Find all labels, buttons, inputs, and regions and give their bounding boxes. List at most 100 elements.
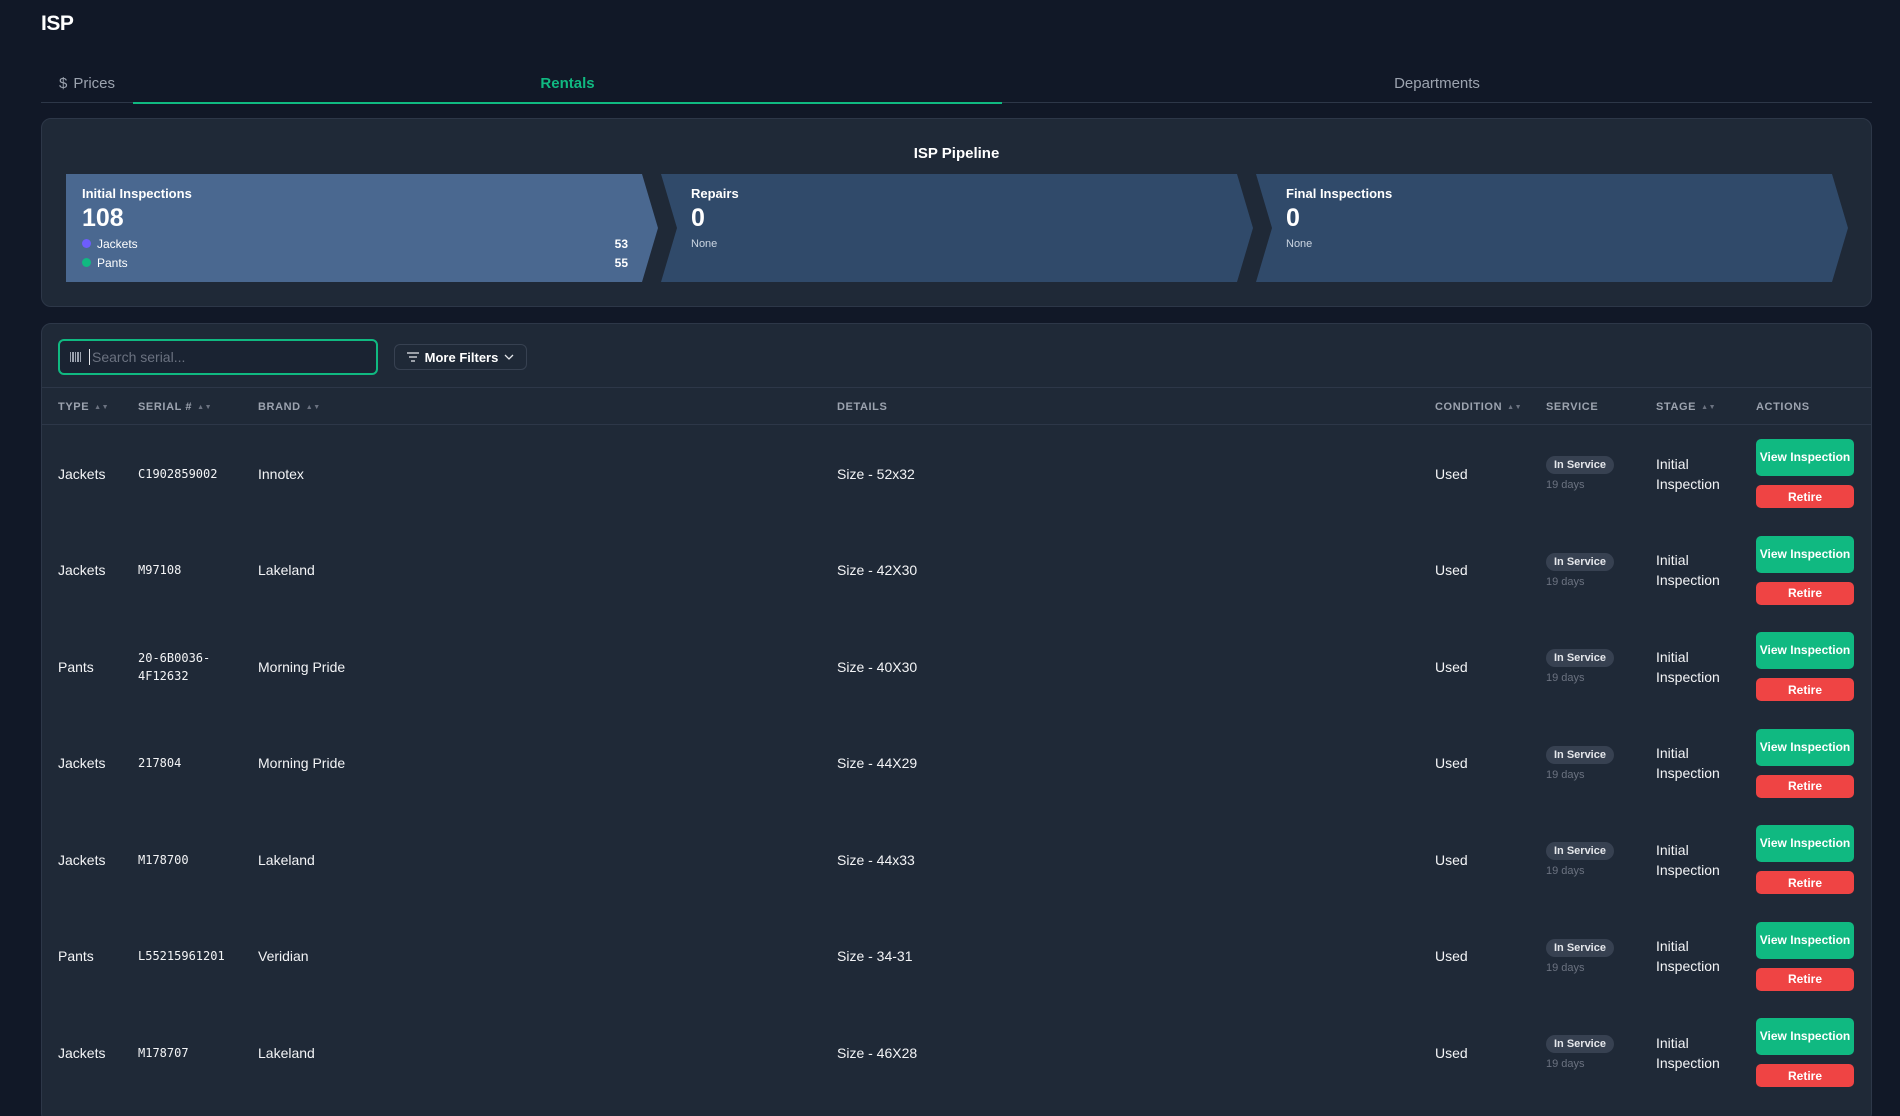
header-label: BRAND: [258, 401, 301, 413]
cell-service: In Service 19 days: [1546, 811, 1614, 908]
app-title: ISP: [41, 12, 74, 35]
service-duration: 19 days: [1546, 479, 1585, 491]
retire-button[interactable]: Retire: [1756, 1064, 1854, 1087]
table-row[interactable]: Jackets M178707 Lakeland Size - 46X28 Used In…: [42, 1004, 1871, 1101]
pipeline-title: ISP Pipeline: [913, 145, 1000, 162]
filter-icon: [406, 352, 419, 362]
cell-serial: 20-6B0036-4F12632: [138, 650, 211, 683]
retire-button[interactable]: Retire: [1756, 871, 1854, 894]
service-duration: 19 days: [1546, 1058, 1585, 1070]
column-header-type[interactable]: TYPE ▲▼: [58, 388, 109, 426]
cell-brand: Lakeland: [258, 851, 315, 868]
service-duration: 19 days: [1546, 768, 1585, 781]
stage-name: Final Inspections: [1286, 186, 1393, 201]
legend-value: 53: [614, 236, 628, 251]
view-inspection-button[interactable]: View Inspection: [1756, 728, 1854, 766]
legend-item-jackets: Jackets 53: [82, 236, 628, 251]
view-inspection-button[interactable]: View Inspection: [1756, 825, 1854, 862]
pipeline-stage-initial-inspections[interactable]: Initial Inspections 108 Jackets 53 Pants…: [66, 174, 658, 282]
cell-actions: View Inspection Retire: [1756, 425, 1854, 522]
cell-serial: M97108: [138, 563, 182, 577]
status-badge: In Service: [1546, 1035, 1614, 1053]
cell-actions: View Inspection Retire: [1756, 618, 1854, 715]
retire-button[interactable]: Retire: [1756, 967, 1854, 991]
stage-name: Repairs: [691, 186, 739, 201]
service-duration: 19 days: [1546, 865, 1585, 877]
table-row[interactable]: Jackets C1902859002 Innotex Size - 52x32 Use…: [42, 425, 1871, 522]
header-label: SERIAL #: [138, 401, 193, 413]
more-filters-button[interactable]: More Filters: [394, 344, 527, 370]
cell-brand: Veridian: [258, 948, 309, 964]
table-row[interactable]: Pants L55215961201 Veridian Size - 34-31 Use…: [42, 908, 1871, 1005]
more-filters-label: More Filters: [424, 349, 499, 365]
table-header: TYPE ▲▼ SERIAL # ▲▼ BRAND ▲▼ DETAILS CONDIT…: [42, 387, 1871, 425]
header-label: DETAILS: [837, 401, 888, 413]
cell-details: Size - 42X30: [837, 562, 918, 578]
view-inspection-button[interactable]: View Inspection: [1756, 632, 1854, 669]
view-inspection-button[interactable]: View Inspection: [1756, 535, 1854, 573]
cell-stage: Initial Inspection: [1656, 648, 1720, 685]
tab-rentals[interactable]: Rentals: [133, 64, 1002, 104]
legend-label: Pants: [97, 255, 128, 270]
cell-type: Jackets: [58, 562, 106, 578]
column-header-serial[interactable]: SERIAL # ▲▼: [138, 388, 212, 426]
column-header-stage[interactable]: STAGE ▲▼: [1656, 388, 1716, 426]
tab-label: Prices: [73, 75, 116, 92]
view-inspection-button[interactable]: View Inspection: [1756, 921, 1854, 959]
cell-actions: View Inspection Retire: [1756, 522, 1854, 619]
table-row[interactable]: Jackets M97108 Lakeland Size - 42X30 Used In …: [42, 522, 1871, 619]
barcode-icon: [70, 352, 81, 362]
cell-actions: View Inspection Retire: [1756, 715, 1854, 812]
cell-brand: Lakeland: [258, 1044, 315, 1061]
status-badge: In Service: [1546, 938, 1614, 957]
cell-condition: Used: [1435, 658, 1468, 675]
table-row[interactable]: Jackets 217804 Morning Pride Size - 44X29 Us…: [42, 715, 1871, 812]
tab-prices[interactable]: $ Prices: [41, 64, 133, 103]
column-header-details: DETAILS: [837, 388, 887, 426]
table-row[interactable]: Jackets M178700 Lakeland Size - 44x33 Used In…: [42, 811, 1871, 908]
cell-condition: Used: [1435, 1044, 1468, 1061]
cell-condition: Used: [1435, 755, 1468, 771]
tab-departments[interactable]: Departments: [1002, 64, 1872, 103]
search-box[interactable]: [58, 339, 378, 375]
legend-item-pants: Pants 55: [82, 255, 628, 270]
cell-stage: Initial Inspection: [1656, 938, 1720, 974]
cell-brand: Innotex: [258, 465, 304, 482]
cell-type: Jackets: [58, 851, 106, 868]
retire-button[interactable]: Retire: [1756, 581, 1854, 605]
view-inspection-button[interactable]: View Inspection: [1756, 1018, 1854, 1055]
search-input[interactable]: [89, 349, 339, 365]
cell-condition: Used: [1435, 562, 1468, 578]
header-label: STAGE: [1656, 401, 1697, 413]
tab-bar: $ Prices Rentals Departments: [41, 64, 1872, 104]
cell-service: In Service 19 days: [1546, 618, 1614, 715]
view-inspection-button[interactable]: View Inspection: [1756, 439, 1854, 476]
cell-type: Jackets: [58, 755, 106, 771]
sort-icon: ▲▼: [1701, 403, 1717, 411]
cell-serial: L55215961201: [138, 949, 225, 963]
cell-condition: Used: [1435, 948, 1468, 964]
table-row[interactable]: Pants 20-6B0036-4F12632 Morning Pride Size …: [42, 618, 1871, 715]
service-duration: 19 days: [1546, 961, 1585, 974]
tab-label: Rentals: [540, 74, 595, 92]
cell-service: In Service 19 days: [1546, 425, 1614, 522]
cell-serial: C1902859002: [138, 466, 218, 481]
cell-type: Jackets: [58, 1044, 106, 1061]
dollar-icon: $: [58, 75, 68, 92]
retire-button[interactable]: Retire: [1756, 774, 1854, 798]
retire-button[interactable]: Retire: [1756, 678, 1854, 701]
column-header-brand[interactable]: BRAND ▲▼: [258, 388, 321, 426]
service-duration: 19 days: [1546, 672, 1585, 684]
stage-empty-text: None: [691, 238, 718, 250]
cell-service: In Service 19 days: [1546, 522, 1614, 619]
jackets-dot-icon: [82, 239, 91, 248]
cell-serial: 217804: [138, 756, 182, 770]
pipeline-stage-final-inspections[interactable]: Final Inspections 0 None: [1256, 174, 1848, 282]
retire-button[interactable]: Retire: [1756, 485, 1854, 508]
pipeline-stage-repairs[interactable]: Repairs 0 None: [661, 174, 1253, 282]
chevron-down-icon: [504, 354, 514, 360]
cell-brand: Lakeland: [258, 562, 315, 578]
cell-actions: View Inspection Retire: [1756, 908, 1854, 1005]
column-header-condition[interactable]: CONDITION ▲▼: [1435, 388, 1522, 426]
stage-count: 0: [1286, 204, 1300, 232]
